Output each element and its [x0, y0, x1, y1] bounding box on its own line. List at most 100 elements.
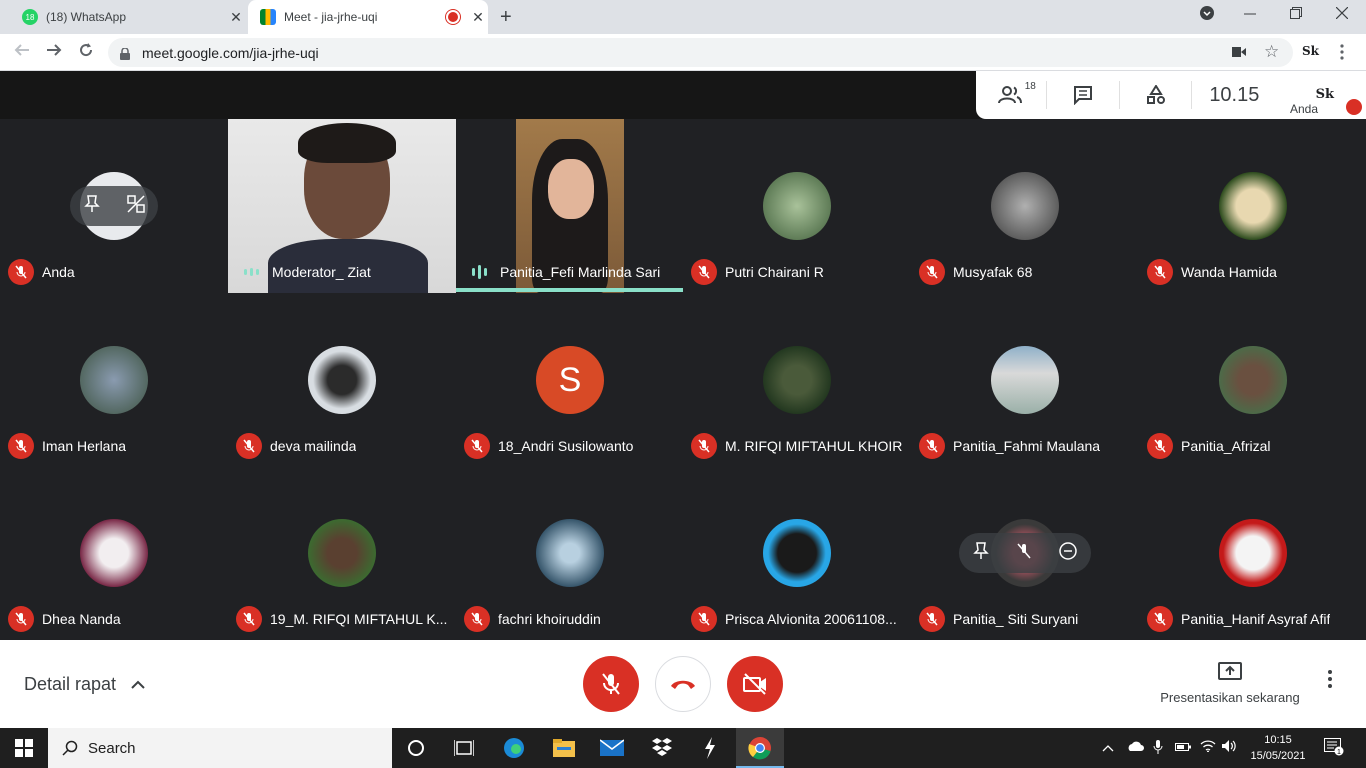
participant-tile[interactable]: Dhea Nanda — [0, 466, 228, 640]
onedrive-icon[interactable] — [1126, 740, 1144, 755]
meeting-clock: 10.15 — [1192, 71, 1276, 119]
leave-call-button[interactable] — [655, 656, 711, 712]
avatar — [1219, 172, 1287, 240]
participant-tile[interactable]: Prisca Alvionita 20061108... — [683, 466, 911, 640]
profile-dropdown-icon[interactable] — [1200, 6, 1214, 23]
clock-text: 10.15 — [1209, 83, 1260, 106]
chevron-up-icon — [131, 680, 145, 689]
participant-tile[interactable]: Panitia_Fahmi Maulana — [911, 293, 1139, 467]
participant-tile[interactable]: 19_M. RIFQI MIFTAHUL K... — [228, 466, 456, 640]
task-view-icon[interactable] — [452, 736, 476, 760]
people-button[interactable]: 18 — [976, 71, 1046, 119]
tab-whatsapp[interactable]: 18 (18) WhatsApp ✕ — [8, 0, 246, 34]
participant-name: Iman Herlana — [42, 438, 127, 454]
participant-name: Panitia_Afrizal — [1181, 438, 1271, 454]
participant-name-row: Anda — [8, 259, 75, 285]
participant-name-row: fachri khoiruddin — [464, 606, 601, 632]
mic-off-icon — [236, 433, 262, 459]
participant-name: Panitia_ Siti Suryani — [953, 611, 1079, 627]
participant-tile[interactable]: Putri Chairani R — [683, 119, 911, 293]
volume-icon[interactable] — [1222, 740, 1238, 755]
taskbar-clock[interactable]: 10:15 15/05/2021 — [1248, 732, 1308, 764]
mic-off-icon — [1147, 606, 1173, 632]
present-now-label: Presentasikan sekarang — [1160, 690, 1300, 705]
tray-chevron-icon[interactable] — [1102, 740, 1114, 755]
app-lightning-icon[interactable] — [698, 736, 722, 760]
self-logo: Sk — [1315, 87, 1334, 102]
reload-icon[interactable] — [78, 42, 94, 63]
participant-tile[interactable]: Iman Herlana — [0, 293, 228, 467]
close-tab-button[interactable]: ✕ — [468, 9, 488, 26]
chrome-taskbar-button[interactable] — [736, 728, 784, 768]
more-options-button[interactable] — [1328, 670, 1332, 694]
chat-button[interactable] — [1047, 71, 1119, 119]
forward-icon[interactable] — [46, 42, 62, 63]
participant-name: fachri khoiruddin — [498, 611, 601, 627]
meeting-details-button[interactable]: Detail rapat — [24, 674, 145, 695]
close-tab-button[interactable]: ✕ — [226, 9, 246, 26]
pin-icon[interactable] — [83, 194, 100, 218]
participant-tile[interactable]: deva mailinda — [228, 293, 456, 467]
mic-toggle-button[interactable] — [583, 656, 639, 712]
notification-center-icon[interactable]: 1 — [1324, 738, 1344, 759]
chrome-icon — [748, 737, 771, 760]
dropbox-icon[interactable] — [650, 736, 674, 760]
mic-off-icon — [919, 259, 945, 285]
camera-toggle-button[interactable] — [727, 656, 783, 712]
participant-name-row: Panitia_Afrizal — [1147, 433, 1271, 459]
participant-tile[interactable]: Panitia_Afrizal — [1139, 293, 1366, 467]
new-tab-button[interactable]: + — [500, 6, 512, 29]
people-icon — [997, 86, 1022, 104]
participant-name: deva mailinda — [270, 438, 357, 454]
mic-off-icon — [1147, 433, 1173, 459]
pin-icon[interactable] — [973, 541, 989, 565]
participant-name-row: Wanda Hamida — [1147, 259, 1277, 285]
mic-off-icon — [919, 606, 945, 632]
participant-tile[interactable]: Panitia_ Siti Suryani — [911, 466, 1139, 640]
mail-icon[interactable] — [600, 736, 624, 760]
minimize-icon[interactable] — [1244, 6, 1256, 23]
battery-icon[interactable] — [1175, 740, 1191, 755]
window-close-icon[interactable] — [1335, 6, 1349, 22]
cortana-icon[interactable] — [404, 736, 428, 760]
restore-icon[interactable] — [1290, 6, 1302, 22]
avatar — [1219, 519, 1287, 587]
taskbar-search-box[interactable]: Search — [48, 728, 392, 768]
edge-icon[interactable] — [502, 736, 526, 760]
participant-name: Dhea Nanda — [42, 611, 121, 627]
mic-off-icon — [8, 259, 34, 285]
url-input[interactable]: meet.google.com/jia-jrhe-uqi — [108, 38, 1293, 67]
microphone-tray-icon[interactable] — [1153, 740, 1163, 757]
file-explorer-icon[interactable] — [552, 736, 576, 760]
participant-tile[interactable]: Anda — [0, 119, 228, 293]
mic-off-icon — [1147, 259, 1173, 285]
participant-tile[interactable]: Musyafak 68 — [911, 119, 1139, 293]
present-now-button[interactable]: Presentasikan sekarang — [1150, 658, 1310, 705]
avatar — [763, 346, 831, 414]
avatar — [763, 172, 831, 240]
back-icon[interactable] — [14, 42, 30, 63]
activities-button[interactable] — [1120, 71, 1192, 119]
participant-name-row: Moderator_ Ziat — [238, 260, 371, 284]
participant-tile[interactable]: fachri khoiruddin — [456, 466, 684, 640]
self-preview[interactable]: Sk Anda — [1276, 71, 1366, 119]
participant-tile[interactable]: S 18_Andri Susilowanto — [456, 293, 684, 467]
browser-menu-icon[interactable] — [1340, 44, 1344, 63]
participant-tile[interactable]: M. RIFQI MIFTAHUL KHOIR — [683, 293, 911, 467]
avatar — [1219, 346, 1287, 414]
windows-start-icon[interactable] — [12, 736, 36, 760]
camera-indicator-icon[interactable] — [1232, 44, 1246, 60]
tab-meet[interactable]: Meet - jia-jrhe-uqi ✕ — [248, 0, 488, 34]
bookmark-star-icon[interactable]: ☆ — [1264, 42, 1279, 62]
participant-name-row: deva mailinda — [236, 433, 357, 459]
participant-name: Putri Chairani R — [725, 264, 824, 280]
participant-tile[interactable]: Panitia_Hanif Asyraf Afif — [1139, 466, 1366, 640]
participant-tile[interactable]: Wanda Hamida — [1139, 119, 1366, 293]
participant-video-fefi[interactable]: Panitia_Fefi Marlinda Sari — [456, 119, 683, 293]
remove-participant-icon[interactable] — [1059, 541, 1077, 565]
participant-video-ziat[interactable]: Moderator_ Ziat — [228, 119, 456, 293]
wifi-icon[interactable] — [1200, 740, 1216, 755]
mute-participant-icon[interactable] — [1017, 543, 1031, 564]
extension-icon[interactable]: Sk — [1302, 44, 1319, 58]
remove-tile-icon[interactable] — [126, 194, 145, 218]
